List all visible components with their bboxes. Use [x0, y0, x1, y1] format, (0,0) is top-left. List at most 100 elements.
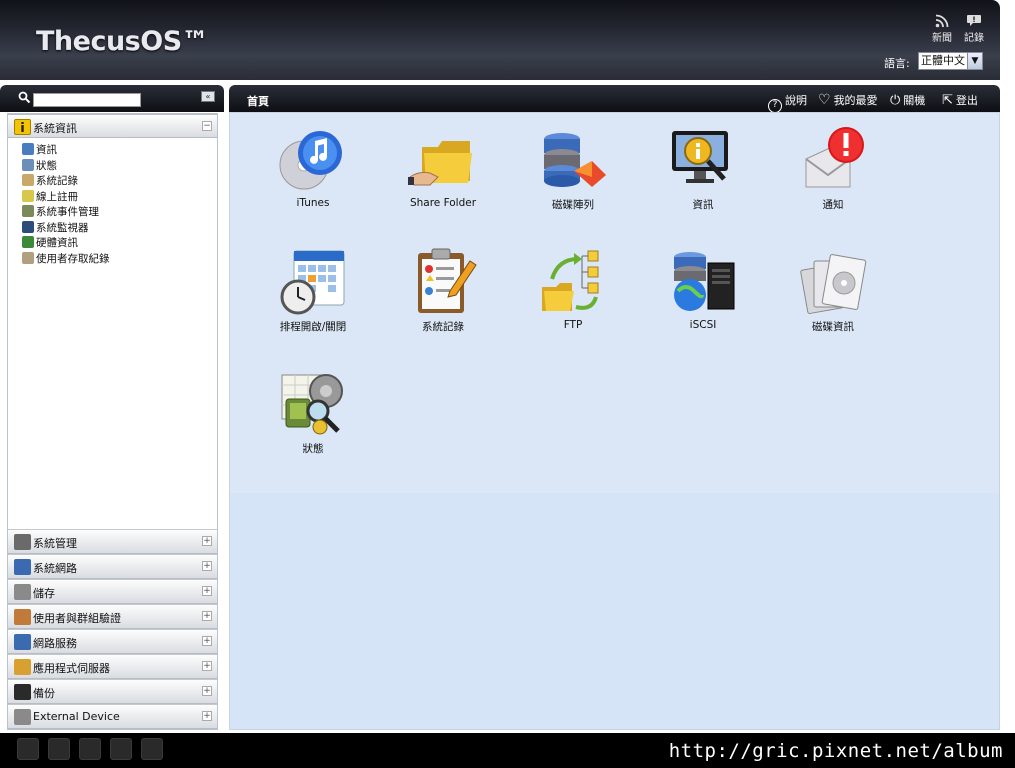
users-icon — [14, 609, 31, 625]
expand-toggle[interactable]: + — [202, 561, 212, 571]
sidebar-group-label: 應用程式伺服器 — [33, 662, 110, 675]
info-icon — [14, 119, 31, 135]
heart-icon: ♡ — [818, 92, 831, 108]
sidebar-group-label: 系統管理 — [33, 537, 77, 550]
expand-toggle[interactable]: + — [202, 536, 212, 546]
clipboard-log-icon — [408, 247, 478, 317]
tile-iscsi[interactable]: iSCSI — [648, 247, 758, 331]
sidebar-group-network[interactable]: 系統網路 + — [8, 554, 217, 579]
expand-toggle[interactable]: + — [202, 711, 212, 721]
sidebar-item-user-access-log[interactable]: 使用者存取紀錄 — [20, 251, 110, 267]
log-link[interactable]: 記錄 — [959, 14, 989, 44]
collapse-toggle[interactable]: − — [202, 121, 212, 131]
rss-icon — [933, 14, 951, 28]
register-icon — [22, 189, 34, 202]
hardware-icon — [22, 236, 34, 248]
sidebar-item-system-log[interactable]: 系統記錄 — [20, 173, 110, 189]
page-title: 首頁 — [247, 95, 269, 108]
tile-ftp[interactable]: FTP — [518, 247, 628, 331]
folder-icon — [408, 125, 478, 195]
main-toolbar: 首頁 ? 說明 ♡ 我的最愛 ⏻ 關機 ⇱ 登出 — [229, 85, 1000, 113]
tile-notification[interactable]: 通知 — [778, 125, 888, 212]
status-icon — [22, 158, 34, 171]
sidebar-group-label: 系統網路 — [33, 562, 77, 575]
logout-button[interactable]: ⇱ 登出 — [942, 92, 978, 108]
tools-icon — [14, 534, 31, 550]
tile-disk-info[interactable]: 磁碟資訊 — [778, 247, 888, 334]
taskbar-fan-icon[interactable] — [79, 738, 101, 760]
sidebar-item-status[interactable]: 狀態 — [20, 158, 110, 174]
disk-info-icon — [798, 247, 868, 317]
help-button[interactable]: ? 說明 — [768, 92, 807, 113]
sidebar-item-hardware-info[interactable]: 硬體資訊 — [20, 235, 110, 251]
favorites-button[interactable]: ♡ 我的最愛 — [818, 92, 878, 108]
tile-label: FTP — [563, 319, 583, 331]
sidebar-group-label: 儲存 — [33, 587, 55, 600]
collapse-sidebar-button[interactable]: « — [201, 91, 215, 102]
app-server-icon — [14, 659, 31, 675]
language-select[interactable]: 正體中文 ▼ — [918, 52, 983, 70]
sidebar-search-bar: « — [0, 85, 224, 112]
sidebar-item-system-monitor[interactable]: 系統監視器 — [20, 220, 110, 236]
ftp-icon — [538, 247, 608, 317]
sidebar-group-users-groups[interactable]: 使用者與群組驗證 + — [8, 604, 217, 629]
shutdown-button[interactable]: ⏻ 關機 — [890, 92, 925, 108]
taskbar-camera-icon[interactable] — [48, 738, 70, 760]
main-content: iTunes Share Folder 磁碟陣列 資訊 通知 排程開啟/關閉 系… — [229, 112, 1000, 730]
sidebar-group-network-services[interactable]: 網路服務 + — [8, 629, 217, 654]
info-page-icon — [22, 143, 34, 155]
tile-label: 磁碟資訊 — [812, 321, 854, 333]
access-log-icon — [22, 251, 34, 264]
sidebar-group-system-management[interactable]: 系統管理 + — [8, 529, 217, 554]
logout-icon: ⇱ — [942, 93, 953, 108]
news-label: 新聞 — [932, 33, 952, 44]
tile-info[interactable]: 資訊 — [648, 125, 758, 212]
sidebar-group-list: 系統管理 + 系統網路 + 儲存 + 使用者與群組驗證 + 網路服務 + 應用程… — [8, 529, 217, 729]
expand-toggle[interactable]: + — [202, 586, 212, 596]
tile-itunes[interactable]: iTunes — [258, 125, 368, 209]
tile-share-folder[interactable]: Share Folder — [388, 125, 498, 209]
taskbar-storage-icon[interactable] — [17, 738, 39, 760]
watermark: http://gric.pixnet.net/album — [668, 740, 1003, 762]
expand-toggle[interactable]: + — [202, 636, 212, 646]
tile-label: 狀態 — [302, 443, 324, 455]
sidebar-item-label: 系統事件管理 — [36, 206, 99, 218]
event-icon — [22, 205, 34, 217]
tile-raid[interactable]: 磁碟陣列 — [518, 125, 628, 212]
expand-toggle[interactable]: + — [202, 686, 212, 696]
sidebar-item-online-register[interactable]: 線上註冊 — [20, 189, 110, 205]
tile-label: 排程開啟/關閉 — [279, 321, 347, 333]
help-label: 說明 — [785, 94, 807, 107]
speech-bubble-icon — [965, 14, 983, 28]
tile-status[interactable]: 狀態 — [258, 369, 368, 456]
news-link[interactable]: 新聞 — [927, 14, 957, 44]
network-service-icon — [14, 634, 31, 650]
expand-toggle[interactable]: + — [202, 661, 212, 671]
sidebar-item-label: 系統記錄 — [36, 175, 78, 187]
sidebar-group-external-device[interactable]: External Device + — [8, 704, 217, 729]
tile-label: 系統記錄 — [422, 321, 464, 333]
sidebar-item-label: 使用者存取紀錄 — [36, 252, 110, 265]
language-value: 正體中文 — [921, 54, 965, 67]
taskbar-temperature-icon[interactable] — [110, 738, 132, 760]
log-label: 記錄 — [964, 33, 984, 44]
chevron-down-icon[interactable]: ▼ — [967, 53, 982, 69]
sidebar-group-backup[interactable]: 備份 + — [8, 679, 217, 704]
sidebar-item-info[interactable]: 資訊 — [20, 142, 110, 158]
iscsi-icon — [668, 247, 738, 317]
tile-system-log[interactable]: 系統記錄 — [388, 247, 498, 334]
question-icon: ? — [768, 99, 782, 113]
expand-toggle[interactable]: + — [202, 611, 212, 621]
taskbar-network-icon[interactable] — [141, 738, 163, 760]
sidebar-group-app-server[interactable]: 應用程式伺服器 + — [8, 654, 217, 679]
sidebar-item-label: 硬體資訊 — [36, 237, 78, 249]
tile-label: 通知 — [822, 199, 844, 211]
favorites-label: 我的最愛 — [833, 94, 878, 107]
sidebar-item-event-management[interactable]: 系統事件管理 — [20, 204, 110, 220]
search-input[interactable] — [33, 93, 141, 107]
sidebar-group-system-info[interactable]: 系統資訊 − — [8, 114, 217, 138]
tile-schedule[interactable]: 排程開啟/關閉 — [258, 247, 368, 334]
status-icon — [278, 369, 348, 439]
power-icon: ⏻ — [890, 93, 901, 108]
sidebar-group-storage[interactable]: 儲存 + — [8, 579, 217, 604]
